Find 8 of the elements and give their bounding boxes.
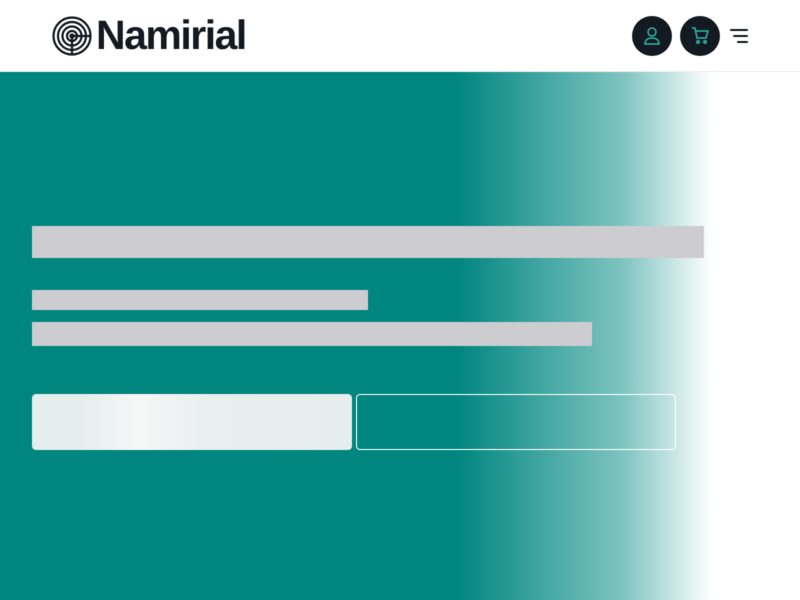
cart-icon	[691, 27, 709, 44]
user-icon	[644, 26, 660, 44]
cart-button[interactable]	[680, 16, 720, 56]
logo-icon	[52, 16, 92, 56]
account-button[interactable]	[632, 16, 672, 56]
menu-button[interactable]	[730, 28, 748, 42]
menu-icon	[730, 28, 748, 42]
logo-text: Namirial	[96, 12, 246, 59]
